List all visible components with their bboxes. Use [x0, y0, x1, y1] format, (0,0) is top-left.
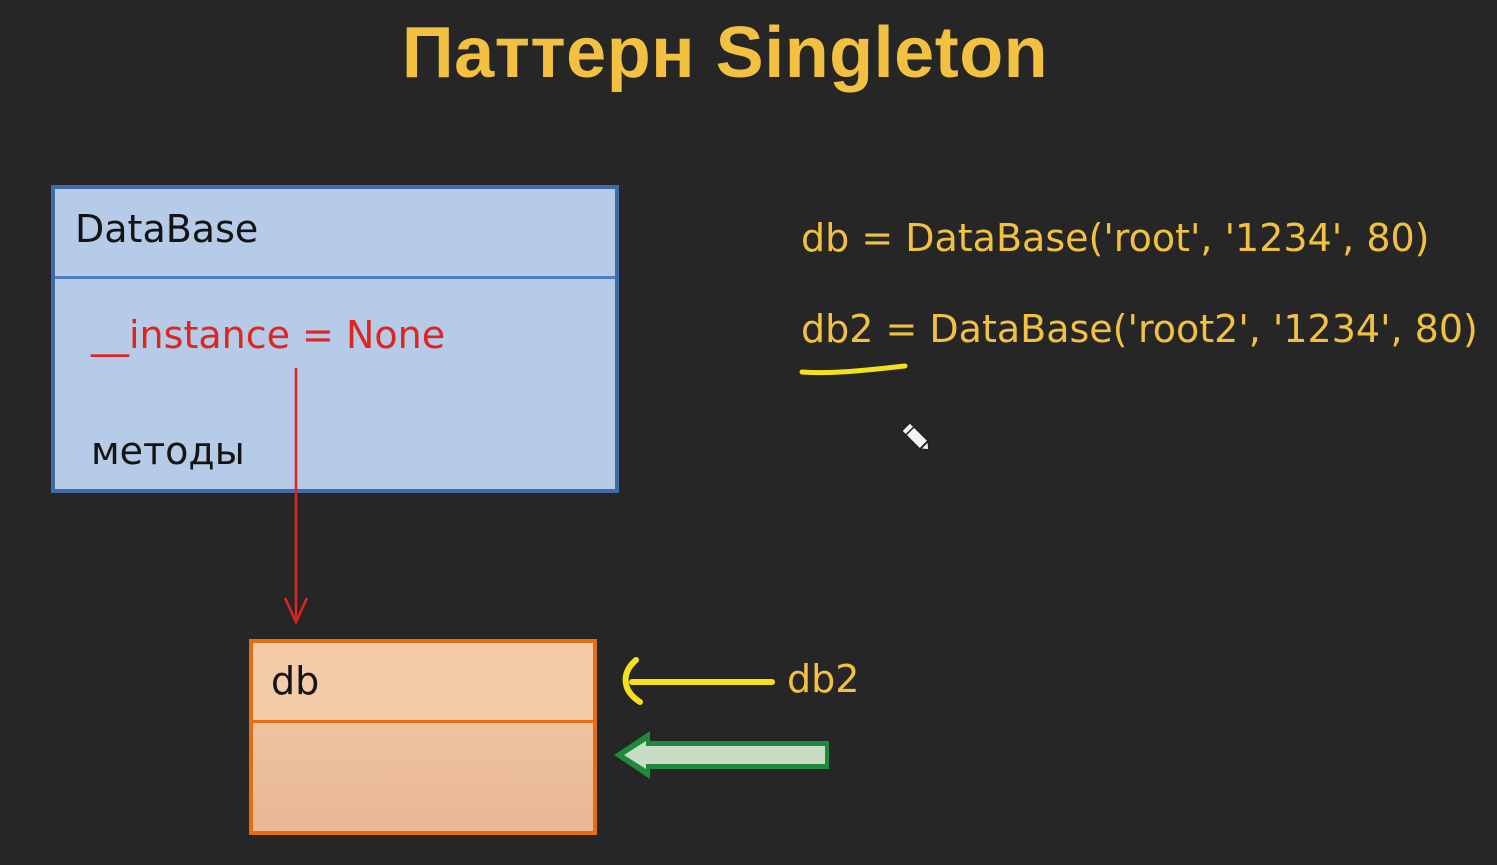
- class-name: DataBase: [75, 207, 259, 251]
- db2-underline: [799, 363, 908, 376]
- page-title: Паттерн Singleton: [401, 13, 1049, 93]
- object-box-db: db: [249, 639, 597, 835]
- object-header: db: [253, 643, 593, 723]
- class-header: DataBase: [55, 189, 615, 279]
- code-line-db: db = DataBase('root', '1234', 80): [801, 216, 1430, 260]
- code-line-db2: db2 = DataBase('root2', '1234', 80): [801, 307, 1478, 351]
- class-box-database: DataBase __instance = None методы: [51, 185, 619, 493]
- class-methods-label: методы: [91, 429, 245, 473]
- class-attribute-instance: __instance = None: [91, 313, 446, 357]
- db2-reference-arrow: [622, 657, 775, 705]
- db-reference-arrow: [614, 731, 829, 779]
- db2-pointer-label: db2: [787, 657, 860, 701]
- pen-cursor-icon: [900, 421, 930, 451]
- object-name: db: [271, 659, 320, 703]
